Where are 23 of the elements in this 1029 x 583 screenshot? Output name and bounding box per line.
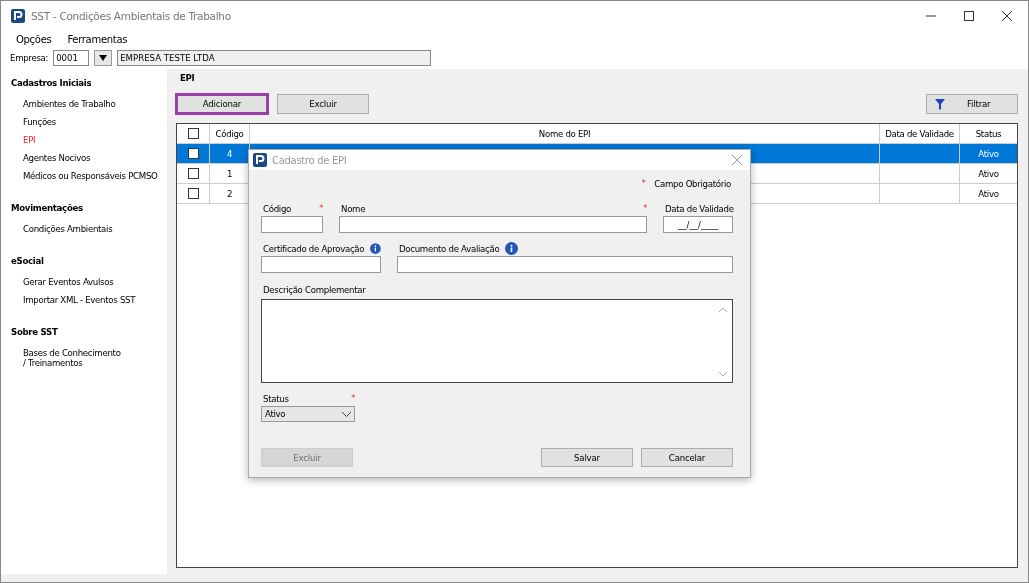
required-legend: Campo Obrigatório xyxy=(654,179,731,193)
table-cell-text: Ativo xyxy=(977,187,1000,201)
field-label: Código xyxy=(263,203,291,214)
field-label: Status xyxy=(263,393,289,404)
sidebar-heading: Movimentações xyxy=(11,203,84,213)
field-label: Data de Validade xyxy=(665,203,734,214)
sidebar-heading: Cadastros Iniciais xyxy=(11,78,93,88)
required-mark: * xyxy=(351,394,355,403)
table-cell-text: Ativo xyxy=(977,167,1000,181)
section-title: EPI xyxy=(180,73,196,83)
required-mark: * xyxy=(641,179,646,190)
table-cell-text: Ativo xyxy=(977,147,1000,161)
field-label: Descrição Complementar xyxy=(263,284,366,295)
sidebar-heading: Sobre SST xyxy=(11,327,59,337)
field-label: Documento de Avaliação xyxy=(399,243,500,254)
required-mark: * xyxy=(643,204,647,213)
field-label: Nome xyxy=(341,203,366,214)
window-title: SST - Condições Ambientais de Trabalho xyxy=(31,10,231,22)
field-label: Certificado de Aprovação xyxy=(263,243,365,254)
sidebar-heading: eSocial xyxy=(11,256,45,266)
company-label: Empresa: xyxy=(10,53,49,63)
dialog-title: Cadastro de EPI xyxy=(272,154,347,166)
required-mark: * xyxy=(319,204,323,213)
